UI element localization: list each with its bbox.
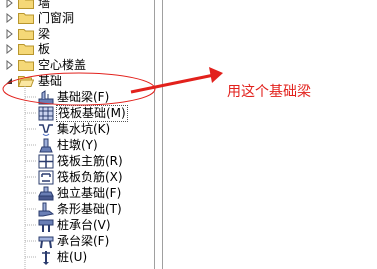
- strip-footing-icon: [38, 202, 54, 217]
- expand-arrow-icon[interactable]: [6, 0, 13, 8]
- tree-item-label: 桩(U): [57, 250, 88, 264]
- folder-icon: [18, 13, 34, 24]
- folder-icon: [18, 29, 34, 40]
- cap-beam-icon: [38, 236, 54, 249]
- component-tree: 墙 门窗洞 梁 板 空心楼盖 基础 基础梁(F) 筏板基础(M) 集水坑(K) …: [0, 0, 154, 269]
- isolated-footing-icon: [38, 186, 54, 201]
- tree-item-pile[interactable]: 桩(U): [0, 248, 154, 266]
- folder-icon: [18, 0, 34, 9]
- collapse-arrow-icon[interactable]: [5, 77, 13, 85]
- annotation-text: 用这个基础梁: [227, 84, 311, 100]
- expand-arrow-icon[interactable]: [6, 44, 13, 54]
- open-folder-icon: [18, 76, 34, 87]
- raft-negative-rebar-icon: [38, 170, 54, 185]
- raft-main-rebar-icon: [38, 154, 54, 169]
- pile-icon: [42, 251, 50, 265]
- sump-pit-icon: [39, 124, 53, 136]
- expand-arrow-icon[interactable]: [6, 29, 13, 39]
- column-pier-icon: [39, 138, 53, 153]
- raft-foundation-icon: [38, 106, 54, 121]
- expand-arrow-icon[interactable]: [6, 60, 13, 70]
- expand-arrow-icon[interactable]: [6, 13, 13, 23]
- folder-icon: [18, 60, 34, 71]
- panel-splitter[interactable]: [154, 0, 163, 269]
- folder-icon: [18, 44, 34, 55]
- foundation-beam-icon: [38, 90, 54, 105]
- pile-cap-icon: [38, 219, 54, 232]
- properties-panel: [163, 0, 377, 269]
